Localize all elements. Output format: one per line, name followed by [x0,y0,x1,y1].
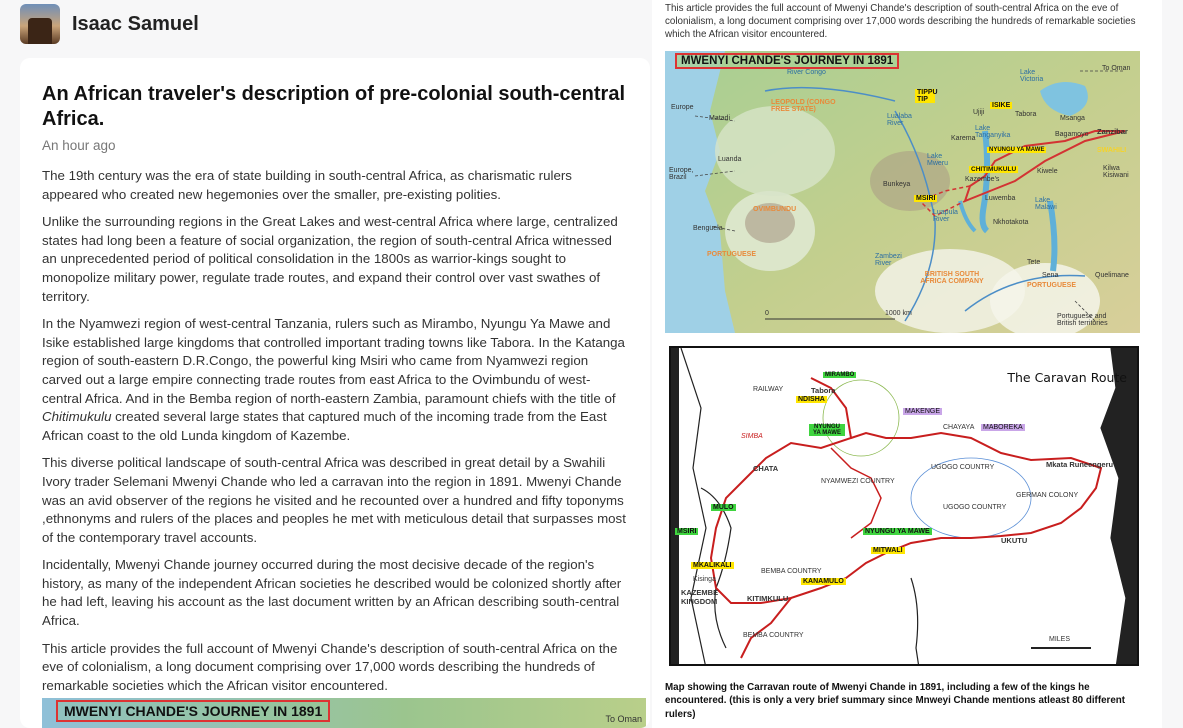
article-title[interactable]: An African traveler's description of pre… [42,82,628,132]
map1-label: Sena [1042,272,1059,279]
map1-label: CHITIMUKULU [969,166,1019,173]
map1-label: ISIKE [990,102,1013,109]
map2-label: BEMBA COUNTRY [761,568,822,575]
map1-label: Tabora [1015,111,1037,118]
map1-label: Zanzibar [1097,127,1128,136]
author-avatar[interactable] [20,4,60,44]
map2-label: RAILWAY [753,386,784,393]
map2-label: Tabora [811,386,836,395]
map1-label: LEOPOLD (CONGO FREE STATE) [771,99,836,113]
map1-label: TIPPU TIP [915,89,938,103]
map1-label: Bunkeya [883,181,911,188]
article-paragraph: Incidentally, Mwenyi Chande journey occu… [42,557,622,629]
map1-label: Nkhotakota [993,219,1029,226]
page-header: Isaac Samuel [0,0,650,48]
map1-label: Quelimane [1095,272,1129,279]
map1-label: 0 [765,310,769,317]
map2-label: CHATA [753,464,779,473]
map2-label: MILES [1049,636,1071,643]
map1-label: Lake Mweru [927,153,949,167]
article-card: An African traveler's description of pre… [20,58,650,728]
map2-label: NYUNGU YA MAWE [863,528,932,535]
article-map-preview[interactable]: MWENYI CHANDE'S JOURNEY IN 1891 To Oman [42,698,646,728]
map2-label: MITWALI [871,547,905,554]
map2-label: CHAYAYA [943,424,975,431]
sidebar-caption-bottom: Map showing the Carravan route of Mwenyi… [665,682,1126,720]
map1-label: River Congo [787,69,826,76]
map2-label: GERMAN COLONY [1016,492,1079,499]
map2-label: Kisinga [693,576,716,583]
map-preview-title: MWENYI CHANDE'S JOURNEY IN 1891 [56,700,331,722]
map1-label: Ujiji [973,109,985,116]
map2-label: MKALIKALI [691,562,734,569]
map1-label: MSIRI [914,195,938,202]
map2-label: Mkata Runeengeru [1046,460,1114,469]
map2-label: UGOGO COUNTRY [943,504,1007,511]
journey-map-graphic [665,51,1140,333]
map1-label: To Oman [1102,65,1131,72]
map1-label: Europe [671,104,694,111]
map2-label: MABOREKA [981,424,1025,431]
map1-label: Lake Malawi [1035,197,1057,211]
map2-label: MIRAMBO [823,372,857,378]
map-preview-label: To Oman [605,714,642,724]
map2-label: KAZEMBE KINGDOM [681,588,719,606]
map1-label: Lake Victoria [1020,69,1044,83]
author-name[interactable]: Isaac Samuel [72,13,199,36]
map1-label: SWAHILI [1097,147,1127,154]
map2-label: MULO [711,504,736,511]
map1-label: Luwemba [985,195,1016,202]
map2-label: SIMBA [741,433,763,440]
map2-label: NDISHA [796,396,827,403]
map1-label: Benguela [693,225,723,232]
map1-label: Matadi [709,115,731,122]
sidebar-caption-top: This article provides the full account o… [665,3,1136,40]
map1-label: BRITISH SOUTH AFRICA COMPANY [920,271,984,285]
article-timestamp: An hour ago [42,138,116,153]
map2-title: The Caravan Route [1007,370,1127,385]
map2-label: NYUNGU YA MAWE [809,424,845,436]
map1-label: Europe, Brazil [669,167,694,181]
map1-label: PORTUGUESE [1027,282,1077,289]
map1-label: Karema [951,135,976,142]
map1-label: OVIMBUNDU [753,206,797,213]
map1-label: Bagamoyo [1055,131,1089,138]
journey-map-image[interactable]: MWENYI CHANDE'S JOURNEY IN 1891 River Co… [665,51,1140,333]
map2-label: UKUTU [1001,536,1028,545]
caravan-route-graphic [671,348,1137,664]
map1-label: Lake Tanganyika [975,125,1011,139]
map2-label: MAKENGE [903,408,943,415]
article-paragraph: The 19th century was the era of state bu… [42,168,572,202]
map1-label: Kazembe's [965,176,1000,183]
map1-label: PORTUGUESE [707,251,757,258]
map1-label: Luapula River [933,209,958,223]
map1-label: Msanga [1060,115,1085,122]
map1-label: Kiwele [1037,168,1058,175]
map1-label: 1000 km [885,310,912,317]
map1-label: NYUNGU YA MAWE [987,147,1047,153]
map1-label: Luanda [718,156,742,163]
article-paragraph: This diverse political landscape of sout… [42,455,626,545]
map2-label: KANAMULO [801,578,846,585]
map2-label: KITIMKULU [747,594,789,603]
article-paragraph: In the Nyamwezi region of west-central T… [42,316,625,443]
map1-label: Portuguese and British territories [1057,313,1108,327]
map1-label: Lualaba River [887,113,912,127]
map2-label: BEMBA COUNTRY [743,632,804,639]
map1-title: MWENYI CHANDE'S JOURNEY IN 1891 [675,53,900,69]
article-paragraph: Unlike the surrounding regions in the Gr… [42,214,618,304]
caravan-route-map-image[interactable]: The Caravan Route MIRAMBO RAILWAY Tabora… [669,346,1139,666]
map1-label: Tete [1027,259,1041,266]
map1-label: Kilwa Kisiwani [1103,165,1129,179]
map2-label: NYAMWEZI COUNTRY [821,478,895,485]
sidebar-column: This article provides the full account o… [652,0,1162,728]
map1-label: Zambezi River [875,253,902,267]
article-paragraph: This article provides the full account o… [42,640,618,693]
map2-label: MSIRI [675,528,699,535]
map2-label: UGOGO COUNTRY [931,464,995,471]
